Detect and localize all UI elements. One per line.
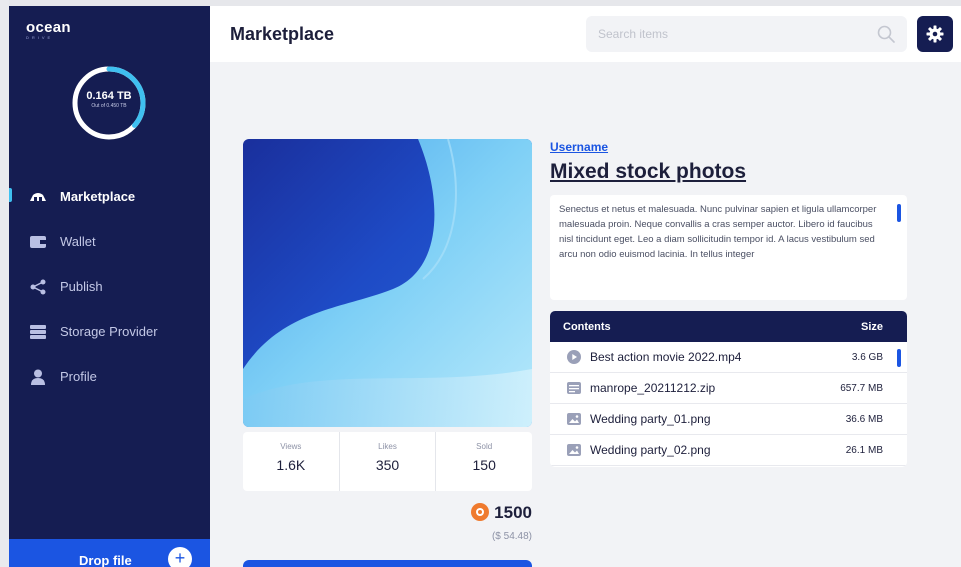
sidebar-item-label: Marketplace	[60, 189, 136, 204]
storage-icon	[29, 324, 47, 340]
marketplace-icon	[29, 189, 47, 205]
sidebar-item-marketplace[interactable]: Marketplace	[9, 183, 210, 228]
logo[interactable]: ocean DRIVE	[26, 19, 71, 40]
gear-icon	[926, 25, 944, 43]
price: 1500	[400, 503, 532, 523]
search-box	[586, 16, 907, 52]
stat-likes: Likes 350	[340, 432, 437, 491]
product-image[interactable]	[243, 139, 532, 427]
archive-icon	[567, 381, 581, 395]
table-row[interactable]: Wedding party_02.png 26.1 MB	[550, 435, 907, 466]
sidebar-item-wallet[interactable]: Wallet	[9, 228, 210, 273]
sidebar: ocean DRIVE 0.164 TB Out of 0.450 TB Mar…	[9, 6, 210, 567]
drop-file-label: Drop file	[79, 553, 132, 567]
user-icon	[29, 369, 47, 385]
storage-readout: 0.164 TB Out of 0.450 TB	[70, 90, 148, 109]
settings-button[interactable]	[917, 16, 953, 52]
sidebar-item-publish[interactable]: Publish	[9, 273, 210, 318]
wallet-icon	[29, 234, 47, 250]
image-icon	[567, 443, 581, 457]
stat-label: Likes	[378, 442, 397, 451]
buy-button[interactable]	[243, 560, 532, 567]
storage-total: Out of 0.450 TB	[91, 103, 127, 109]
sidebar-item-label: Profile	[60, 369, 97, 384]
sidebar-item-label: Wallet	[60, 234, 96, 249]
table-row[interactable]: Wedding party_01.png 36.6 MB	[550, 404, 907, 435]
file-name: Wedding party_02.png	[590, 443, 711, 457]
contents-scrollbar[interactable]	[897, 349, 901, 367]
file-size: 36.6 MB	[845, 413, 883, 425]
item-stats: Views 1.6K Likes 350 Sold 150	[243, 432, 532, 491]
item-description: Senectus et netus et malesuada. Nunc pul…	[559, 204, 877, 260]
stat-value: 350	[375, 457, 400, 473]
stat-label: Views	[280, 442, 302, 451]
page-title: Marketplace	[230, 24, 335, 44]
play-icon	[567, 350, 581, 364]
username-link[interactable]: Username	[550, 140, 608, 154]
plus-icon: +	[168, 547, 192, 567]
sidebar-item-profile[interactable]: Profile	[9, 363, 210, 408]
file-name: manrope_20211212.zip	[590, 381, 716, 395]
file-name: Best action movie 2022.mp4	[590, 350, 742, 364]
storage-used: 0.164 TB	[86, 90, 132, 102]
file-size: 657.7 MB	[840, 382, 883, 394]
price-value: 1500	[494, 503, 532, 522]
file-name: Wedding party_01.png	[590, 412, 711, 426]
contents-header: Contents Size	[550, 311, 907, 342]
description-scrollbar[interactable]	[897, 204, 901, 222]
contents-column-name: Contents	[563, 320, 611, 333]
stat-sold: Sold 150	[436, 432, 532, 491]
sidebar-item-label: Publish	[60, 279, 103, 294]
stat-value: 1.6K	[276, 457, 306, 473]
top-bar: Marketplace	[210, 6, 961, 62]
sidebar-item-storage-provider[interactable]: Storage Provider	[9, 318, 210, 363]
share-icon	[29, 279, 47, 295]
stat-views: Views 1.6K	[243, 432, 340, 491]
coin-icon	[471, 503, 490, 521]
item-description-box: Senectus et netus et malesuada. Nunc pul…	[550, 195, 907, 300]
table-row[interactable]: manrope_20211212.zip 657.7 MB	[550, 373, 907, 404]
price-usd: ($ 54.48)	[491, 531, 532, 542]
file-size: 3.6 GB	[851, 351, 883, 363]
sidebar-item-label: Storage Provider	[60, 324, 158, 339]
sidebar-nav: Marketplace Wallet Publish Storage Provi…	[9, 183, 210, 408]
window-left-edge	[0, 0, 9, 567]
abstract-wave-image	[243, 139, 532, 427]
image-icon	[567, 412, 581, 426]
logo-name: ocean	[26, 19, 71, 36]
contents-column-size: Size	[860, 320, 883, 333]
search-input[interactable]	[586, 16, 866, 52]
search-icon[interactable]	[877, 25, 895, 43]
table-row[interactable]: Best action movie 2022.mp4 3.6 GB	[550, 342, 907, 373]
file-size: 26.1 MB	[845, 444, 883, 456]
stat-label: Sold	[476, 442, 493, 451]
stat-value: 150	[472, 457, 496, 473]
drop-file-button[interactable]: Drop file +	[9, 539, 210, 567]
contents-table: Contents Size Best action movie 2022.mp4…	[550, 311, 907, 467]
item-title: Mixed stock photos	[550, 160, 747, 183]
